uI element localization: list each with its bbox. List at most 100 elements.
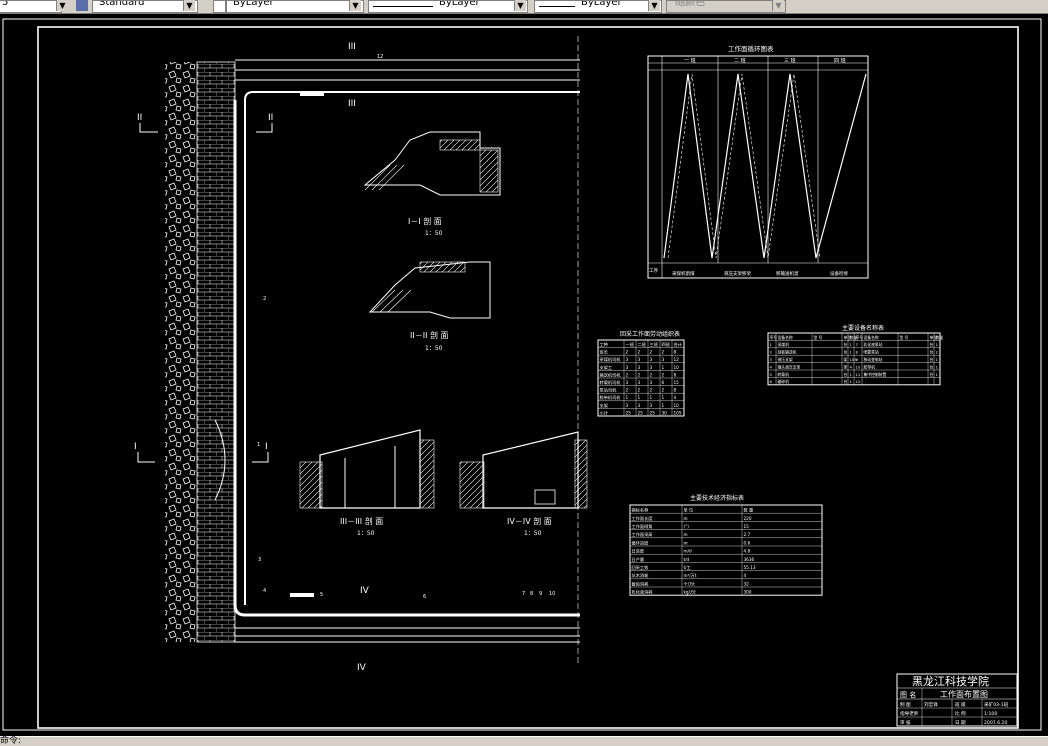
equipment-table-cell: 3: [770, 357, 773, 362]
equipment-table-cell: 台: [930, 350, 934, 355]
color-value: 随颜色: [675, 0, 705, 8]
text-style-value: Standard: [99, 0, 145, 8]
labor-table-cell: 25: [650, 410, 656, 415]
labor-table-cell: 6: [662, 380, 665, 385]
linetype-combo[interactable]: ByLayer: [368, 0, 528, 13]
equipment-table-cell: 台: [930, 342, 934, 347]
shearer-block: [300, 92, 324, 96]
equipment-table-header: 设备名称: [778, 335, 793, 340]
equipment-table-header: 序号: [770, 335, 778, 340]
tech-table-cell: 4.8: [744, 549, 751, 554]
labor-table-cell: 30: [662, 410, 668, 415]
left-combo[interactable]: 5: [0, 0, 62, 13]
labor-table-cell: 采煤机司机: [600, 356, 622, 363]
labor-table-cell: 25: [638, 410, 644, 415]
coal-face-plan: [165, 36, 580, 665]
lineweight-value: ByLayer: [581, 0, 622, 8]
equipment-table-cell: 端头液压支架: [778, 364, 801, 369]
labor-table-cell: 输送机司机: [600, 371, 622, 378]
equipment-table-cell: 1: [936, 357, 939, 362]
equipment-table-cell: 12: [856, 379, 861, 384]
equipment-table-cell: 台: [844, 372, 848, 377]
equipment-table-cell: 4: [770, 364, 773, 369]
title-block-cell: 1:100: [984, 711, 997, 717]
cycle-left-label: 工序: [649, 267, 658, 274]
chevron-down-icon[interactable]: ▼: [514, 0, 526, 11]
equipment-table-header: 序号: [856, 335, 864, 340]
lineweight-sample: [539, 6, 575, 7]
equipment-table-cell: 乳化液泵站: [864, 342, 883, 347]
title-block-cell: 班 级: [955, 701, 966, 708]
equipment-table-cell: 移动变电站: [864, 357, 883, 362]
title-block-cell: 指导老师: [900, 710, 919, 717]
marker-line: [137, 452, 155, 463]
section-III-title: III－III 剖 面: [340, 516, 383, 526]
tech-table: 主要技术经济指标表 指标名称 单 位 数 量工作面长度 m 220 工作面倾角 (°) 15 工…: [629, 494, 823, 596]
section-IV: IV－IV 剖 面 1：50: [459, 431, 588, 537]
labor-table-cell: 25: [626, 410, 632, 415]
tech-table-cell: 32: [744, 581, 750, 586]
cycle-footer-1: 采煤机割煤: [672, 270, 695, 277]
lineweight-combo[interactable]: ByLayer: [534, 0, 662, 13]
tech-table-cell: m: [684, 540, 688, 545]
title-block-cell: 刘忠锋: [924, 701, 938, 708]
section-III: III－III 剖 面 1：50: [299, 429, 435, 537]
equipment-table-cell: 喷雾泵站: [864, 350, 879, 355]
labor-table-cell: 1: [626, 395, 629, 400]
shift-1: 一 班: [684, 57, 696, 64]
section-IV-scale: 1：50: [524, 530, 542, 537]
equipment-table-cell: 5: [770, 372, 773, 377]
equipment-table-cell: 4: [850, 364, 853, 369]
layer-combo[interactable]: ByLayer: [226, 0, 364, 13]
labor-table-header: 四班: [662, 341, 670, 348]
equipment-table-cell: 台: [844, 342, 848, 347]
drawing-canvas[interactable]: II II I I III III IV IV 12 2 1 3 4 5 6 7…: [0, 14, 1048, 736]
labor-table-cell: 2: [638, 388, 641, 393]
chevron-down-icon[interactable]: ▼: [648, 0, 660, 11]
section-I-scale: 1：50: [425, 230, 443, 237]
labor-table-cell: 12: [674, 357, 680, 362]
callout: 8: [530, 591, 533, 597]
equipment-table-header: 设备名称: [864, 335, 879, 340]
tech-table-cell: 15: [744, 524, 750, 529]
equipment-table-cell: 1: [936, 364, 939, 369]
labor-table-cell: 2: [650, 372, 653, 377]
tech-table-cell: 0.6: [744, 540, 751, 545]
equipment-table-cell: 1: [936, 342, 939, 347]
cycle-footer-4: 设备检修: [830, 270, 848, 277]
shift-4: 四 班: [834, 57, 846, 64]
tech-table-cell: 乳化液消耗: [632, 589, 654, 596]
marker-II-right: II: [268, 113, 273, 123]
labor-table-cell: 3: [626, 380, 629, 385]
tech-table-cell: 坑木消耗: [632, 572, 650, 579]
labor-table-cell: 2: [650, 350, 653, 355]
equipment-table-cell: 1: [936, 372, 939, 377]
tech-table-cell: 300: [744, 590, 752, 595]
title-block: 黑龙江科技学院 图 名 工作面布置图 制 图 刘忠锋 班 级 采矿03-1班指导老师 比…: [896, 673, 1018, 727]
layer-value: ByLayer: [233, 0, 274, 8]
linetype-sample: [373, 6, 433, 7]
roadway-wall: [196, 61, 236, 643]
chevron-down-icon[interactable]: ▼: [772, 0, 784, 11]
shift-3: 三 班: [784, 57, 796, 64]
tech-table-cell: 工作面采高: [632, 531, 653, 538]
equipment-table-cell: 8: [856, 350, 859, 355]
marker-I-right: I: [265, 442, 268, 452]
conveyor-block: [290, 593, 314, 597]
equipment-table-cell: 10: [856, 364, 861, 369]
equipment-table-cell: 2: [770, 350, 773, 355]
tech-table-cell: t/工: [684, 565, 691, 570]
equipment-table-cell: 11: [856, 372, 861, 377]
chevron-down-icon[interactable]: ▼: [349, 0, 361, 11]
chevron-down-icon[interactable]: ▼: [183, 0, 195, 11]
labor-table-header: 二班: [638, 341, 646, 348]
equipment-table-cell: 台: [844, 379, 848, 384]
tech-table-cell: t/d: [684, 557, 690, 562]
color-combo[interactable]: 随颜色: [666, 0, 786, 13]
equipment-table-cell: 胶带机: [864, 364, 876, 369]
labor-table-cell: 支架: [600, 402, 608, 409]
equipment-table: 主要设备名称表 序号 设备名称型 号单位数量序号 设备名称型 号单位数量1 采煤机台 1…: [767, 324, 943, 386]
callout: 2: [263, 296, 266, 302]
chevron-down-icon[interactable]: ▼: [56, 0, 68, 11]
equipment-table-cell: 台: [930, 372, 934, 377]
